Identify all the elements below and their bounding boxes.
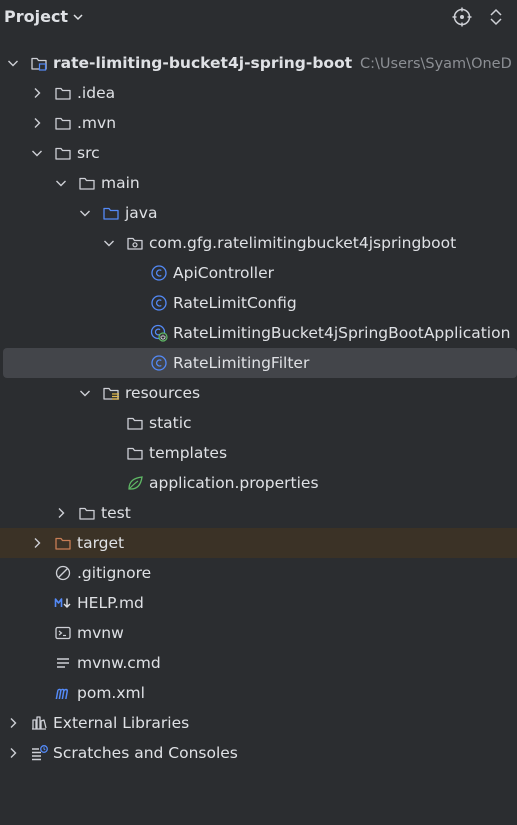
tree-item-label: ApiController — [173, 264, 274, 282]
tree-row[interactable]: mvnw.cmd — [0, 648, 517, 678]
folder-icon — [55, 117, 71, 130]
java-class-icon — [151, 295, 167, 311]
folder-icon — [79, 177, 95, 190]
tree-item-label: rate-limiting-bucket4j-spring-boot — [53, 54, 353, 72]
chevron-right-icon[interactable] — [6, 716, 20, 730]
scratches-icon — [32, 745, 48, 761]
tree-item-label: com.gfg.ratelimitingbucket4jspringboot — [149, 234, 457, 252]
tree-row[interactable]: RateLimitingBucket4jSpringBootApplicatio… — [0, 318, 517, 348]
tree-item-label: target — [77, 534, 125, 552]
tree-row[interactable]: Scratches and Consoles — [0, 738, 517, 768]
tree-item-label: static — [149, 414, 192, 432]
tree-item-label: java — [125, 204, 158, 222]
project-view-title[interactable]: Project — [4, 7, 68, 26]
tree-item-label: templates — [149, 444, 228, 462]
text-file-icon — [57, 658, 69, 668]
tree-row[interactable]: RateLimitingFilter — [3, 348, 517, 378]
tree-row[interactable]: .gitignore — [0, 558, 517, 588]
folder-icon — [127, 447, 143, 460]
chevron-down-icon[interactable] — [6, 56, 20, 70]
tree-row[interactable]: RateLimitConfig — [0, 288, 517, 318]
tree-row[interactable]: .mvn — [0, 108, 517, 138]
tree-item-label: .idea — [77, 84, 116, 102]
tree-row[interactable]: test — [0, 498, 517, 528]
tree-item-label: .gitignore — [77, 564, 152, 582]
excluded-folder-icon — [55, 537, 71, 550]
tree-row[interactable]: src — [0, 138, 517, 168]
chevron-down-icon[interactable] — [78, 386, 92, 400]
tree-row[interactable]: ApiController — [0, 258, 517, 288]
tree-row[interactable]: java — [0, 198, 517, 228]
tree-item-label: main — [101, 174, 140, 192]
project-tool-window-header: Project — [0, 0, 517, 34]
tree-item-label: src — [77, 144, 100, 162]
tree-row[interactable]: HELP.md — [0, 588, 517, 618]
java-class-icon — [151, 265, 167, 281]
tree-item-label: mvnw.cmd — [77, 654, 161, 672]
chevron-right-icon[interactable] — [30, 116, 44, 130]
tree-row[interactable]: pom.xml — [0, 678, 517, 708]
java-class-icon — [151, 355, 167, 371]
chevron-down-icon[interactable] — [78, 206, 92, 220]
tree-item-label: application.properties — [149, 474, 319, 492]
libraries-icon — [32, 716, 47, 730]
folder-icon — [127, 417, 143, 430]
tree-row[interactable]: target — [0, 528, 517, 558]
tree-item-label: Scratches and Consoles — [53, 744, 238, 762]
maven-icon — [55, 688, 69, 699]
package-icon — [127, 237, 143, 250]
resources-folder-icon — [103, 387, 119, 400]
tree-row[interactable]: mvnw — [0, 618, 517, 648]
tree-item-label: .mvn — [77, 114, 117, 132]
tree-item-label: RateLimitingBucket4jSpringBootApplicatio… — [173, 324, 511, 342]
folder-icon — [55, 87, 71, 100]
chevron-down-icon[interactable] — [102, 236, 116, 250]
module-folder-icon — [31, 57, 47, 71]
expand-collapse-icon[interactable] — [485, 6, 507, 28]
tree-item-label: mvnw — [77, 624, 124, 642]
chevron-down-icon[interactable] — [30, 146, 44, 160]
chevron-down-icon[interactable] — [54, 176, 68, 190]
chevron-right-icon[interactable] — [54, 506, 68, 520]
crosshair-icon[interactable] — [451, 6, 473, 28]
tree-item-label: External Libraries — [53, 714, 190, 732]
chevron-right-icon[interactable] — [6, 746, 20, 760]
markdown-icon — [54, 598, 71, 608]
terminal-icon — [55, 626, 71, 640]
tree-row[interactable]: External Libraries — [0, 708, 517, 738]
folder-icon — [55, 147, 71, 160]
chevron-right-icon[interactable] — [30, 86, 44, 100]
tree-row[interactable]: resources — [0, 378, 517, 408]
chevron-down-icon[interactable] — [71, 10, 85, 24]
source-folder-icon — [103, 207, 119, 220]
tree-item-label: RateLimitingFilter — [173, 354, 310, 372]
module-path: C:\Users\Syam\OneD — [360, 56, 512, 72]
tree-item-label: HELP.md — [77, 594, 144, 612]
tree-row[interactable]: .idea — [0, 78, 517, 108]
tree-row[interactable]: rate-limiting-bucket4j-spring-boot C:\Use… — [0, 48, 517, 78]
tree-row[interactable]: main — [0, 168, 517, 198]
folder-icon — [79, 507, 95, 520]
tree-row[interactable]: com.gfg.ratelimitingbucket4jspringboot — [0, 228, 517, 258]
tree-row[interactable]: application.properties — [0, 468, 517, 498]
tree-row[interactable]: static — [0, 408, 517, 438]
tree-item-label: RateLimitConfig — [173, 294, 297, 312]
tree-row[interactable]: templates — [0, 438, 517, 468]
tree-item-label: resources — [125, 384, 201, 402]
tree-item-label: pom.xml — [77, 684, 145, 702]
spring-boot-app-icon — [150, 324, 168, 342]
tree-item-label: test — [101, 504, 131, 522]
ignore-file-icon — [55, 565, 71, 581]
spring-properties-icon — [128, 476, 143, 490]
chevron-right-icon[interactable] — [30, 536, 44, 550]
